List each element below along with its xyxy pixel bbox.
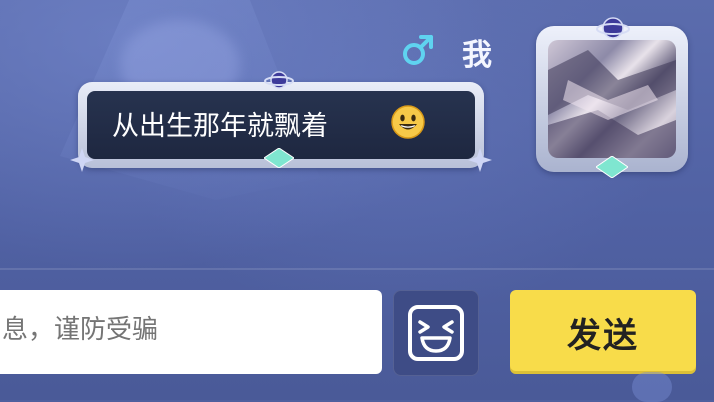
gem-icon [596,156,628,178]
sparkle-icon [468,148,492,172]
planet-icon [596,17,630,39]
avatar[interactable] [536,17,688,182]
message-input-box[interactable] [0,290,382,374]
grinning-face-emoji [391,105,425,139]
message-input[interactable] [0,314,374,346]
composer-divider [0,268,714,270]
male-icon [403,35,433,65]
planet-icon [264,71,294,89]
laughing-face-icon [408,305,464,361]
sparkle-icon [70,148,94,172]
send-button[interactable]: 发送 [510,290,696,374]
avatar-image [548,40,676,158]
scroll-indicator [632,372,672,402]
emoji-button[interactable] [393,290,479,376]
avatar-picture [548,50,676,158]
gem-icon [264,148,294,168]
message-bubble[interactable]: 从出生那年就飘着 [70,71,492,172]
message-text: 从出生那年就飘着 [112,111,328,142]
sender-name: 我 [462,38,493,73]
